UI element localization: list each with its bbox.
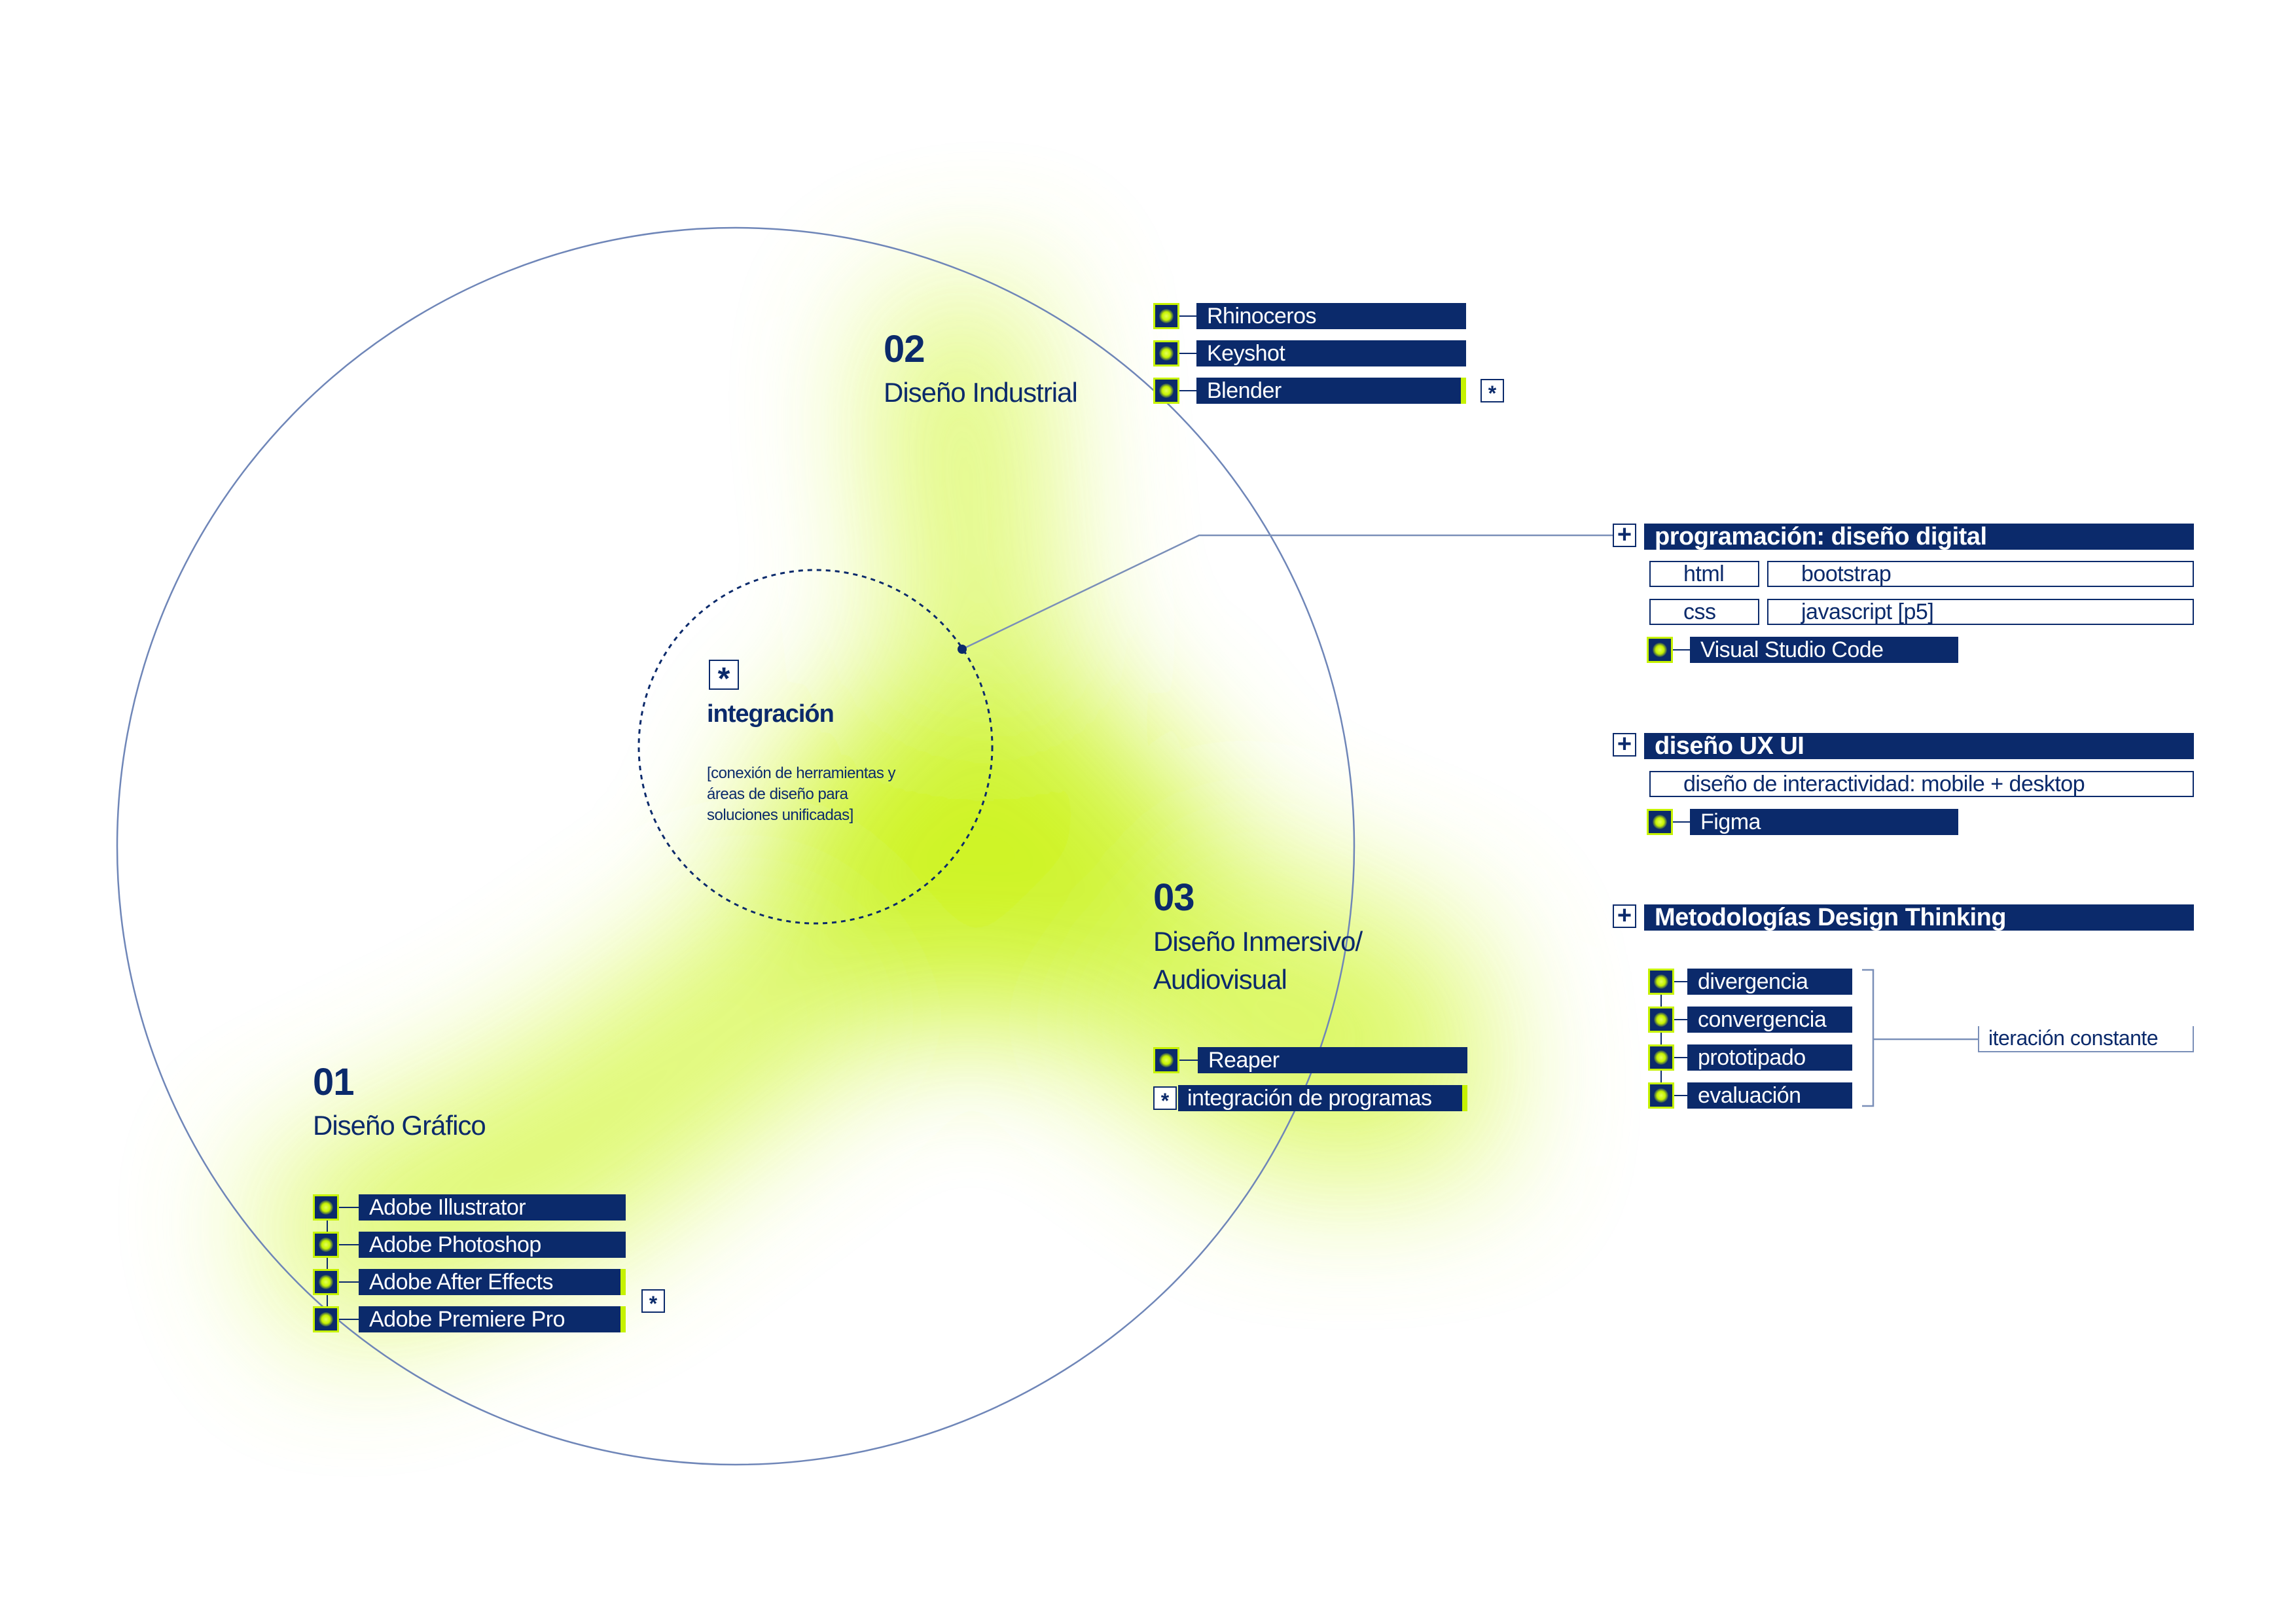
premiere-bullet-icon <box>313 1306 339 1332</box>
after-effects-bullet-icon <box>313 1269 339 1295</box>
prototipado-bullet-icon <box>1648 1044 1674 1071</box>
area-number-02: 02 <box>884 328 925 370</box>
area-name-inmersivo: Diseño Inmersivo/ Audiovisual <box>1153 926 1363 995</box>
tool-reaper: Reaper <box>1198 1047 1467 1073</box>
step-divergencia: divergencia <box>1687 969 1852 995</box>
programacion-plus-icon: + <box>1613 522 1636 547</box>
blender-bullet-icon <box>1153 378 1179 404</box>
item-javascript: javascript [p5] <box>1767 599 2194 625</box>
illustrator-bullet-icon <box>313 1194 339 1221</box>
design-thinking-bracket <box>1862 969 1874 1107</box>
integration-connector <box>961 534 1617 651</box>
inmersivo-star-icon: * <box>1153 1086 1177 1113</box>
convergencia-bullet-icon <box>1648 1007 1674 1033</box>
divergencia-bullet-icon <box>1648 969 1674 995</box>
design-thinking-title: Metodologías Design Thinking <box>1644 904 2194 931</box>
diagram-canvas: * integración [conexión de herramientas … <box>0 0 2296 1623</box>
step-prototipado: prototipado <box>1687 1044 1852 1071</box>
programacion-title: programación: diseño digital <box>1644 524 2194 550</box>
tool-figma: Figma <box>1690 809 1958 835</box>
industrial-star-icon: * <box>1480 379 1504 405</box>
area-name-industrial: Diseño Industrial <box>884 377 1078 408</box>
area-number-03: 03 <box>1153 876 1195 919</box>
evaluacion-bullet-icon <box>1648 1082 1674 1109</box>
item-html: html <box>1649 561 1759 587</box>
item-bootstrap: bootstrap <box>1767 561 2194 587</box>
item-interactividad: diseño de interactividad: mobile + deskt… <box>1649 771 2194 797</box>
keyshot-bullet-icon <box>1153 340 1179 366</box>
tool-keyshot: Keyshot <box>1196 340 1466 366</box>
vscode-bullet-icon <box>1647 637 1673 663</box>
tool-photoshop: Adobe Photoshop <box>359 1232 626 1258</box>
tool-illustrator: Adobe Illustrator <box>359 1194 626 1221</box>
ux-plus-icon: + <box>1613 732 1636 757</box>
integration-programs-label: integración de programas <box>1178 1085 1467 1111</box>
connector-dot <box>958 645 967 654</box>
item-css: css <box>1649 599 1759 625</box>
tool-rhinoceros: Rhinoceros <box>1196 303 1466 329</box>
iteration-label: iteración constante <box>1978 1026 2194 1052</box>
rhinoceros-bullet-icon <box>1153 303 1179 329</box>
tool-after-effects: Adobe After Effects <box>359 1269 626 1295</box>
area-number-01: 01 <box>313 1061 355 1103</box>
design-thinking-plus-icon: + <box>1613 903 1636 928</box>
step-convergencia: convergencia <box>1687 1007 1852 1033</box>
photoshop-bullet-icon <box>313 1232 339 1258</box>
step-evaluacion: evaluación <box>1687 1082 1852 1109</box>
center-title: integración <box>707 700 834 728</box>
tool-blender: Blender <box>1196 378 1466 404</box>
asterisk-icon: * <box>709 660 739 696</box>
grafico-star-icon: * <box>641 1289 665 1315</box>
tool-premiere: Adobe Premiere Pro <box>359 1306 626 1332</box>
figma-bullet-icon <box>1647 809 1673 835</box>
area-name-grafico: Diseño Gráfico <box>313 1110 486 1141</box>
tool-vscode: Visual Studio Code <box>1690 637 1958 663</box>
center-description: [conexión de herramientas y áreas de dis… <box>707 764 896 824</box>
ux-title: diseño UX UI <box>1644 733 2194 759</box>
reaper-bullet-icon <box>1153 1047 1179 1073</box>
